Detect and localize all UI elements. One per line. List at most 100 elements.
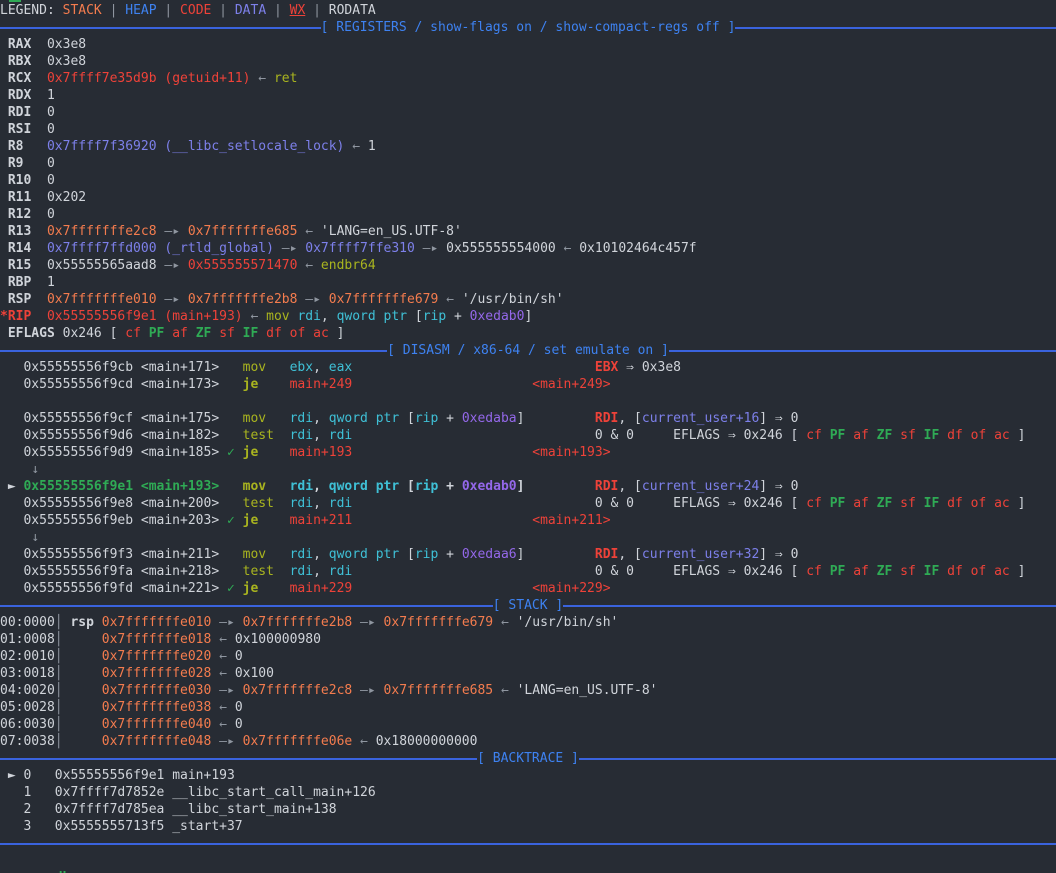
text-segment — [869, 428, 877, 443]
text-segment: R14 — [8, 241, 31, 256]
text-segment: sf — [219, 326, 235, 341]
text-segment — [63, 666, 102, 681]
text-segment — [845, 428, 853, 443]
text-segment: mov — [243, 411, 290, 426]
disasm-row: 0x55555556f9cb <main+171> mov ebx, eax E… — [0, 359, 1056, 376]
text-segment: 'LANG=en_US.UTF-8' — [517, 683, 658, 698]
text-segment: 0x7ffff7f36920 (__libc_setlocale_lock) — [47, 139, 344, 154]
text-segment — [31, 207, 47, 222]
text-segment: 0x55555556f9cd <main+173> — [0, 377, 243, 392]
legend-code: CODE — [180, 3, 211, 18]
register-row: R12 0 — [0, 206, 1056, 223]
text-segment: rip — [415, 479, 438, 494]
text-segment: [ — [407, 309, 423, 324]
text-segment: of — [971, 496, 987, 511]
text-segment: R8 — [8, 139, 24, 154]
text-segment — [524, 479, 594, 494]
text-segment: 06:0030 — [0, 717, 55, 732]
text-segment: rdi — [290, 411, 313, 426]
text-segment: rdi — [290, 564, 313, 579]
text-segment: df — [947, 496, 963, 511]
divider-line — [669, 350, 1056, 352]
text-segment — [939, 428, 947, 443]
text-segment — [352, 445, 532, 460]
text-segment: + — [438, 479, 461, 494]
text-segment: 0x55555556f9e1 main+193 — [55, 768, 235, 783]
text-segment: ← — [211, 700, 234, 715]
text-segment — [141, 326, 149, 341]
text-segment — [0, 156, 8, 171]
stack-header: [ STACK ] — [0, 597, 1056, 614]
text-segment: 0x7fffffffe010 — [102, 615, 212, 630]
text-segment — [235, 326, 243, 341]
text-segment: + — [438, 411, 461, 426]
text-segment: RBP — [8, 275, 31, 290]
divider-line — [0, 605, 493, 607]
text-segment: ⇒ 0x3e8 — [618, 360, 681, 375]
text-segment: RDI — [595, 479, 618, 494]
stack-row: 07:0038│ 0x7fffffffe048 —▸ 0x7fffffffe06… — [0, 733, 1056, 750]
text-segment: test — [243, 428, 290, 443]
command-prompt[interactable]: pwndbg> — [0, 852, 1056, 869]
text-segment: 0x7fffffffe2b8 — [188, 292, 298, 307]
register-row: RAX 0x3e8 — [0, 36, 1056, 53]
disasm-header-title: [ DISASM / x86-64 / set emulate on ] — [387, 342, 669, 359]
text-segment — [31, 37, 47, 52]
text-segment: ← — [438, 292, 461, 307]
disasm-row: 0x55555556f9eb <main+203> ✓ je main+211 … — [0, 512, 1056, 529]
text-segment: endbr64 — [321, 258, 376, 273]
text-segment: ← — [493, 615, 516, 630]
text-segment: │ — [55, 717, 63, 732]
text-segment: 0 — [47, 173, 55, 188]
text-segment: + — [446, 309, 469, 324]
disasm-pane: 0x55555556f9cb <main+171> mov ebx, eax E… — [0, 359, 1056, 597]
legend-line: LEGEND: STACK | HEAP | CODE | DATA | WX … — [0, 2, 1056, 19]
text-segment — [634, 428, 673, 443]
text-segment — [305, 326, 313, 341]
text-segment: | — [157, 3, 180, 18]
text-segment: , [ — [618, 479, 641, 494]
registers-header: [ REGISTERS / show-flags on / show-compa… — [0, 19, 1056, 36]
text-segment: 0xedaba — [462, 411, 517, 426]
text-segment: cf — [125, 326, 141, 341]
text-segment: ] ⇒ 0 — [759, 411, 798, 426]
text-segment — [986, 496, 994, 511]
text-segment: —▸ — [211, 683, 242, 698]
text-segment — [524, 411, 594, 426]
text-segment: 0xedaa6 — [462, 547, 517, 562]
text-segment — [352, 360, 595, 375]
text-segment: RSP — [8, 292, 31, 307]
backtrace-pane: ► 0 0x55555556f9e1 main+193 1 0x7ffff7d7… — [0, 767, 1056, 835]
text-segment: 0 — [47, 207, 55, 222]
text-segment: ← — [250, 71, 273, 86]
text-segment: 0x55555556f9d6 <main+182> — [0, 428, 243, 443]
register-row: *RIP 0x55555556f9e1 (main+193) ← mov rdi… — [0, 308, 1056, 325]
register-row: R14 0x7ffff7ffd000 (_rtld_global) —▸ 0x7… — [0, 240, 1056, 257]
register-row: R10 0 — [0, 172, 1056, 189]
text-segment: │ — [55, 666, 63, 681]
register-row: R15 0x55555565aad8 —▸ 0x555555571470 ← e… — [0, 257, 1056, 274]
disasm-row: 0x55555556f9d6 <main+182> test rdi, rdi … — [0, 427, 1056, 444]
text-segment: ► — [0, 768, 23, 783]
text-segment: current_user+16 — [642, 411, 759, 426]
text-segment — [845, 564, 853, 579]
text-segment: cf — [806, 564, 822, 579]
text-segment: | — [266, 3, 289, 18]
text-segment — [63, 734, 102, 749]
text-segment — [939, 496, 947, 511]
text-segment: R13 — [8, 224, 31, 239]
text-segment: je — [243, 445, 290, 460]
text-segment — [822, 496, 830, 511]
text-segment: 0 & 0 — [595, 564, 634, 579]
text-segment — [0, 241, 8, 256]
text-segment: '/usr/bin/sh' — [517, 615, 619, 630]
text-segment: | — [102, 3, 125, 18]
text-segment: <main+229> — [532, 581, 610, 596]
text-segment: df — [947, 564, 963, 579]
disasm-row: 0x55555556f9fd <main+221> ✓ je main+229 … — [0, 580, 1056, 597]
pwndbg-terminal: LEGEND: STACK | HEAP | CODE | DATA | WX … — [0, 0, 1056, 873]
text-segment — [822, 564, 830, 579]
text-segment: df — [947, 428, 963, 443]
stack-row: 00:0000│ rsp 0x7fffffffe010 —▸ 0x7ffffff… — [0, 614, 1056, 631]
text-segment — [188, 326, 196, 341]
